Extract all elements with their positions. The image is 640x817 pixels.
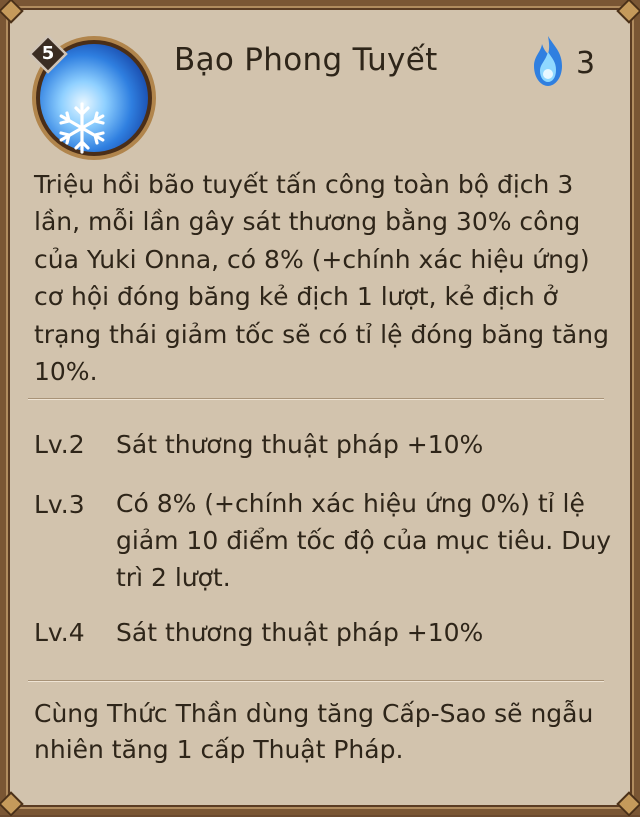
upgrade-level: Lv.3 — [34, 490, 85, 519]
snowflake-icon — [59, 102, 105, 154]
blue-flame-icon — [534, 36, 562, 86]
upgrade-level: Lv.2 — [34, 430, 85, 459]
skill-card: 5 Bạo Phong Tuyết 3 Triệu hồi bão tuyết … — [0, 0, 640, 817]
skill-name: Bạo Phong Tuyết — [174, 42, 438, 78]
divider — [28, 680, 604, 682]
skill-cost: 3 — [576, 46, 596, 81]
upgrade-text: Sát thương thuật pháp +10% — [116, 430, 484, 459]
corner-ornament — [616, 0, 640, 24]
corner-ornament — [0, 0, 24, 24]
footer-note: Cùng Thức Thần dùng tăng Cấp-Sao sẽ ngẫu… — [34, 699, 594, 764]
upgrade-level: Lv.4 — [34, 618, 85, 647]
divider — [28, 398, 604, 400]
corner-ornament — [0, 791, 24, 817]
skill-description: Triệu hồi bão tuyết tấn công toàn bộ địc… — [34, 170, 609, 387]
level-badge: 5 — [41, 43, 55, 64]
corner-ornament — [616, 791, 640, 817]
upgrade-text: Có 8% (+chính xác hiệu ứng 0%) tỉ lệ giả… — [116, 489, 612, 592]
upgrade-text: Sát thương thuật pháp +10% — [116, 618, 484, 647]
